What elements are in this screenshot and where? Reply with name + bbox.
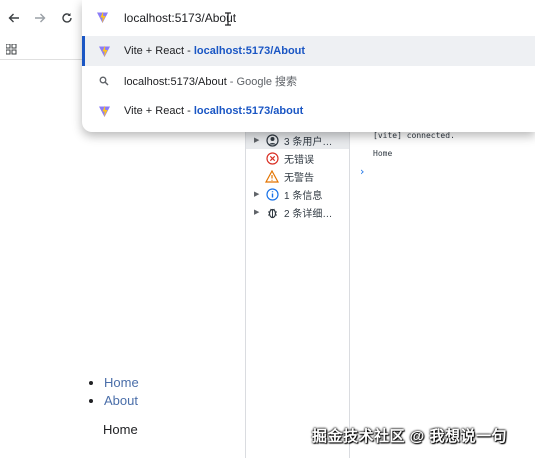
search-icon (96, 73, 112, 89)
arrow-left-icon[interactable] (4, 8, 24, 28)
suggestion-separator: - (226, 76, 237, 88)
suggestion-description: Google 搜索 (236, 76, 298, 88)
suggestion-title: Vite + React (124, 45, 185, 57)
address-bar[interactable]: localhost:5173/About (82, 0, 535, 36)
vite-icon (96, 103, 112, 119)
expand-triangle-icon[interactable]: ▶ (254, 190, 264, 198)
info-icon (264, 187, 280, 201)
sidebar-item-user-messages[interactable]: ▶ 3 条用户… (246, 131, 349, 149)
suggestion-url: localhost:5173/about (193, 105, 304, 117)
suggestion-item[interactable]: Vite + React - localhost:5173/About (82, 36, 535, 66)
sidebar-item-errors[interactable]: 无错误 (254, 149, 314, 167)
vite-icon (96, 43, 112, 59)
console-prompt[interactable]: › (360, 165, 364, 178)
sidebar-item-label: 2 条详细… (284, 208, 333, 220)
suggestion-url: localhost:5173/About (193, 45, 306, 57)
suggestion-item[interactable]: localhost:5173/About - Google 搜索 (82, 66, 535, 96)
sidebar-item-verbose[interactable]: ▶ 2 条详细… (254, 203, 332, 221)
sidebar-item-label: 1 条信息 (284, 190, 323, 202)
bug-icon (264, 205, 280, 219)
suggestion-separator: - (184, 45, 194, 57)
sidebar-item-warnings[interactable]: 无警告 (254, 167, 314, 185)
suggestion-title: localhost:5173/About (124, 76, 227, 88)
suggestion-item[interactable]: Vite + React - localhost:5173/about (82, 96, 535, 126)
expand-triangle-icon[interactable]: ▶ (254, 136, 264, 144)
sidebar-item-label: 无错误 (284, 154, 314, 166)
sidebar-item-label: 无警告 (284, 172, 314, 184)
warning-icon (264, 169, 280, 183)
page-content: Home (103, 422, 138, 437)
error-icon (264, 151, 280, 165)
nav-link-home[interactable]: Home (104, 374, 139, 392)
arrow-right-icon[interactable] (30, 8, 50, 28)
user-icon (264, 133, 280, 147)
address-input[interactable]: localhost:5173/About (124, 11, 236, 25)
nav-list: Home About (104, 374, 139, 410)
text-cursor-icon (224, 12, 234, 26)
nav-link-about[interactable]: About (104, 392, 139, 410)
expand-triangle-icon[interactable]: ▶ (254, 208, 264, 216)
reload-icon[interactable] (57, 8, 77, 28)
apps-grid-icon[interactable] (5, 42, 17, 60)
console-message: Home (373, 149, 393, 158)
suggestion-separator: - (184, 105, 194, 117)
console-message: [vite] connected. (373, 131, 455, 140)
omnibox-dropdown: localhost:5173/About Vite + React - loca… (82, 0, 535, 132)
suggestion-title: Vite + React (124, 105, 185, 117)
vite-icon (96, 11, 109, 29)
sidebar-item-label: 3 条用户… (284, 136, 333, 148)
sidebar-item-info[interactable]: ▶ 1 条信息 (254, 185, 322, 203)
watermark: 掘金技术社区 @ 我想说一句 (312, 428, 507, 445)
